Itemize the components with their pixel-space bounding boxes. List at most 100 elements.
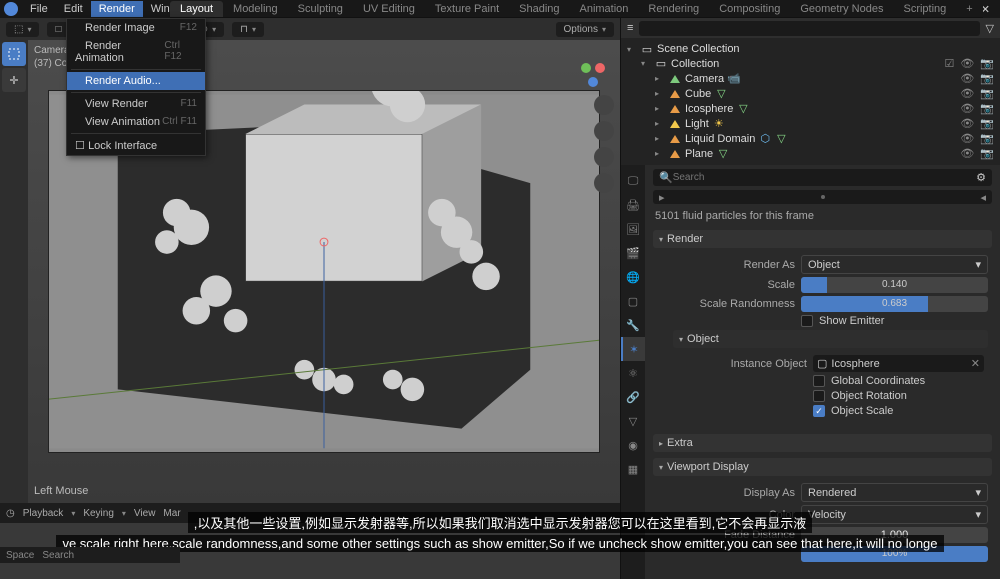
lock-interface-item[interactable]: ☐ Lock Interface bbox=[67, 136, 205, 155]
view-render-item[interactable]: View RenderF11 bbox=[67, 95, 205, 113]
cursor-tool[interactable]: ✛ bbox=[2, 68, 26, 92]
render-vis-icon[interactable]: 📷 bbox=[980, 147, 994, 160]
section-render-header[interactable]: ▾Render bbox=[653, 230, 992, 248]
eye-icon[interactable]: 👁 bbox=[960, 87, 974, 100]
zoom-icon[interactable] bbox=[594, 95, 614, 115]
prop-tab-output[interactable]: 🖨 bbox=[621, 193, 645, 217]
prop-tab-particles[interactable]: ✶ bbox=[621, 337, 645, 361]
section-object-header[interactable]: ▾Object bbox=[673, 330, 988, 348]
workspace-tabs: Layout Modeling Sculpting UV Editing Tex… bbox=[170, 0, 983, 18]
eye-icon[interactable]: 👁 bbox=[960, 117, 974, 130]
display-as-dropdown[interactable]: Rendered▾ bbox=[801, 483, 988, 502]
scale-randomness-slider[interactable]: 0.683 bbox=[801, 296, 988, 312]
render-audio-item[interactable]: Render Audio... bbox=[67, 72, 205, 90]
snap-dropdown[interactable]: ⊓ ▾ bbox=[232, 22, 264, 37]
editor-type-dropdown[interactable]: ⬚ ▾ bbox=[6, 22, 39, 37]
tree-item-light[interactable]: ▸Light☀👁📷 bbox=[627, 116, 994, 131]
section-viewport-display-header[interactable]: ▾Viewport Display bbox=[653, 458, 992, 476]
camera-view-icon[interactable] bbox=[594, 147, 614, 167]
object-scale-label: Object Scale bbox=[831, 405, 893, 417]
blender-logo-icon bbox=[4, 2, 18, 16]
prop-tab-world[interactable]: 🌐 bbox=[621, 265, 645, 289]
mesh-data-icon: ▽ bbox=[717, 148, 729, 160]
prop-tab-render[interactable]: 🖵 bbox=[621, 169, 645, 193]
object-rotation-checkbox[interactable] bbox=[813, 390, 825, 402]
tab-texturepaint[interactable]: Texture Paint bbox=[425, 1, 509, 17]
options-dropdown[interactable]: Options ▾ bbox=[556, 22, 614, 37]
eye-icon[interactable]: 👁 bbox=[960, 132, 974, 145]
menu-render[interactable]: Render bbox=[91, 1, 143, 17]
exclude-checkbox-icon[interactable]: ☑ bbox=[944, 57, 954, 70]
render-as-dropdown[interactable]: Object▾ bbox=[801, 255, 988, 274]
render-image-item[interactable]: Render ImageF12 bbox=[67, 19, 205, 37]
render-vis-icon[interactable]: 📷 bbox=[980, 57, 994, 70]
filter-icon[interactable]: ▽ bbox=[986, 22, 994, 35]
prop-tab-constraints[interactable]: 🔗 bbox=[621, 385, 645, 409]
prop-tab-modifiers[interactable]: 🔧 bbox=[621, 313, 645, 337]
render-vis-icon[interactable]: 📷 bbox=[980, 132, 994, 145]
tree-item-icosphere[interactable]: ▸Icosphere▽👁📷 bbox=[627, 101, 994, 116]
prop-tab-scene[interactable]: 🎬 bbox=[621, 241, 645, 265]
scale-label: Scale bbox=[665, 279, 795, 291]
eye-icon[interactable]: 👁 bbox=[960, 72, 974, 85]
tree-item-cube[interactable]: ▸Cube▽👁📷 bbox=[627, 86, 994, 101]
prop-tab-data[interactable]: ▽ bbox=[621, 409, 645, 433]
tab-layout[interactable]: Layout bbox=[170, 1, 223, 17]
outliner-tree: ▾▭Scene Collection ▾▭Collection☑👁📷 ▸Came… bbox=[621, 38, 1000, 165]
prop-tab-texture[interactable]: ▦ bbox=[621, 457, 645, 481]
tab-modeling[interactable]: Modeling bbox=[223, 1, 288, 17]
render-vis-icon[interactable]: 📷 bbox=[980, 117, 994, 130]
outliner: ≡ ▽ ▾▭Scene Collection ▾▭Collection☑👁📷 ▸… bbox=[620, 18, 1000, 165]
global-coords-label: Global Coordinates bbox=[831, 375, 925, 387]
section-extra-header[interactable]: ▸Extra bbox=[653, 434, 992, 452]
tab-shading[interactable]: Shading bbox=[509, 1, 569, 17]
tree-item-liquid-domain[interactable]: ▸Liquid Domain⬡▽👁📷 bbox=[627, 131, 994, 146]
mesh-data-icon: ▽ bbox=[737, 103, 749, 115]
clear-icon[interactable]: ✕ bbox=[971, 357, 980, 370]
select-box-tool[interactable] bbox=[2, 42, 26, 66]
collection-node[interactable]: ▾▭Collection☑👁📷 bbox=[627, 56, 994, 71]
prop-tab-material[interactable]: ◉ bbox=[621, 433, 645, 457]
tab-animation[interactable]: Animation bbox=[570, 1, 639, 17]
tab-sculpting[interactable]: Sculpting bbox=[288, 1, 353, 17]
eye-icon[interactable]: 👁 bbox=[960, 102, 974, 115]
render-vis-icon[interactable]: 📷 bbox=[980, 87, 994, 100]
show-emitter-checkbox[interactable] bbox=[801, 315, 813, 327]
options-icon[interactable]: ⚙ bbox=[976, 171, 986, 184]
scene-collection-node[interactable]: ▾▭Scene Collection bbox=[627, 42, 994, 56]
tab-rendering[interactable]: Rendering bbox=[638, 1, 709, 17]
eye-icon[interactable]: 👁 bbox=[960, 57, 974, 70]
global-coords-checkbox[interactable] bbox=[813, 375, 825, 387]
render-animation-item[interactable]: Render AnimationCtrl F12 bbox=[67, 37, 205, 67]
view-animation-item[interactable]: View AnimationCtrl F11 bbox=[67, 113, 205, 131]
prop-tab-object[interactable]: ▢ bbox=[621, 289, 645, 313]
particles-count-label: 5101 fluid particles for this frame bbox=[655, 210, 990, 222]
render-vis-icon[interactable]: 📷 bbox=[980, 72, 994, 85]
render-vis-icon[interactable]: 📷 bbox=[980, 102, 994, 115]
menu-file[interactable]: File bbox=[22, 1, 56, 17]
props-search-input[interactable] bbox=[673, 172, 976, 183]
eye-icon[interactable]: 👁 bbox=[960, 147, 974, 160]
nav-gizmo[interactable] bbox=[578, 60, 608, 90]
tab-add[interactable]: + bbox=[956, 1, 982, 17]
tab-geonodes[interactable]: Geometry Nodes bbox=[790, 1, 893, 17]
tab-scripting[interactable]: Scripting bbox=[893, 1, 956, 17]
props-search: 🔍 ⚙ bbox=[653, 169, 992, 186]
perspective-icon[interactable] bbox=[594, 173, 614, 193]
breadcrumb-path[interactable]: ▸◂ bbox=[653, 190, 992, 204]
move-view-icon[interactable] bbox=[594, 121, 614, 141]
show-emitter-label: Show Emitter bbox=[819, 315, 884, 327]
prop-tab-viewlayer[interactable]: 🖼 bbox=[621, 217, 645, 241]
outliner-type-icon[interactable]: ≡ bbox=[627, 22, 633, 34]
search-icon: 🔍 bbox=[659, 171, 673, 184]
scale-slider[interactable]: 0.140 bbox=[801, 277, 988, 293]
outliner-search-input[interactable] bbox=[639, 21, 979, 36]
tab-uvediting[interactable]: UV Editing bbox=[353, 1, 425, 17]
tree-item-camera[interactable]: ▸Camera📹👁📷 bbox=[627, 71, 994, 86]
menu-edit[interactable]: Edit bbox=[56, 1, 91, 17]
prop-tab-physics[interactable]: ⚛ bbox=[621, 361, 645, 385]
tree-item-plane[interactable]: ▸Plane▽👁📷 bbox=[627, 146, 994, 161]
instance-object-field[interactable]: ▢Icosphere✕ bbox=[813, 355, 984, 372]
tab-compositing[interactable]: Compositing bbox=[709, 1, 790, 17]
object-scale-checkbox[interactable]: ✓ bbox=[813, 405, 825, 417]
